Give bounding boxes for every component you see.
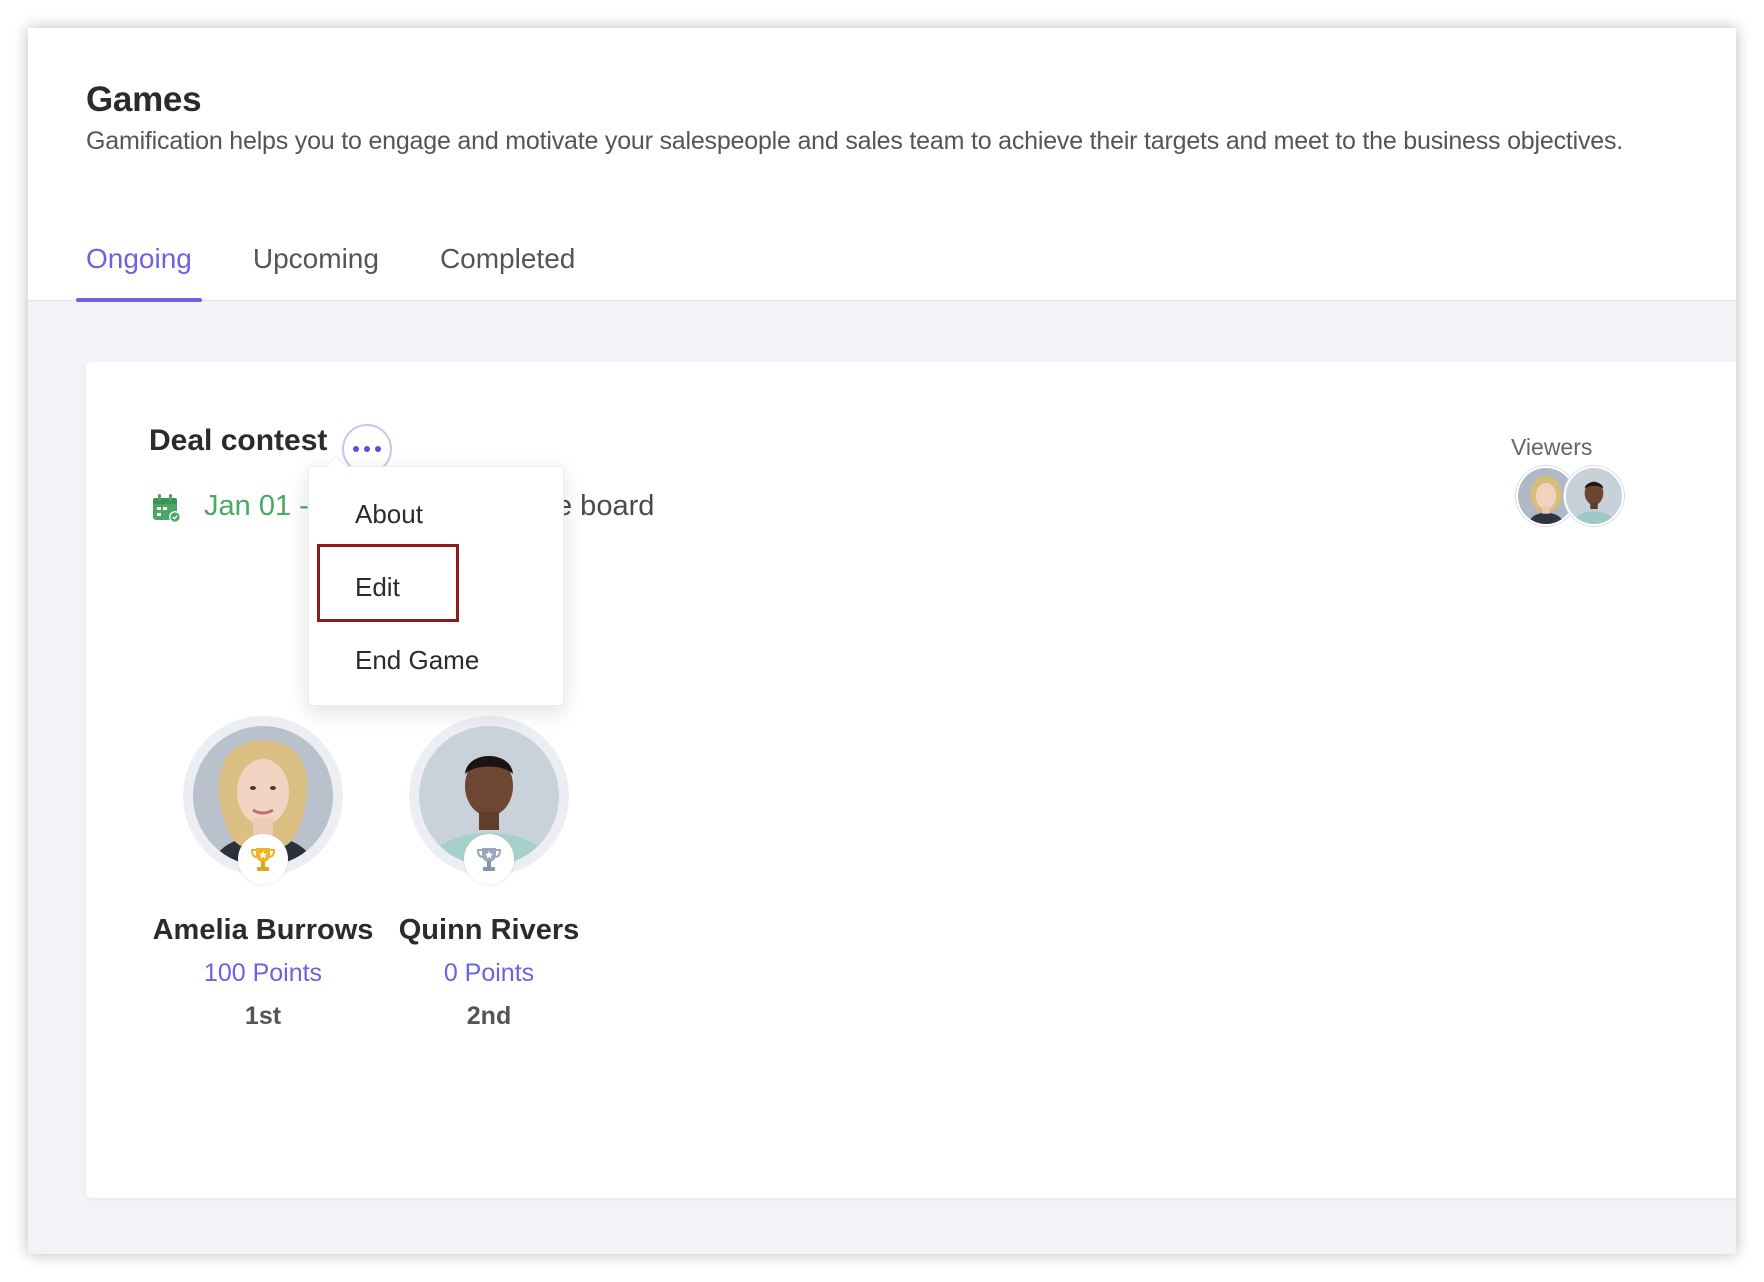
gold-trophy-icon (250, 848, 276, 871)
page-subtitle: Gamification helps you to engage and mot… (86, 127, 1624, 155)
male-avatar-icon (1566, 468, 1622, 524)
leaderboard-link[interactable]: e board (556, 490, 654, 523)
page-title: Games (86, 80, 202, 119)
silver-trophy-icon (476, 848, 502, 871)
menu-item-about[interactable]: About (355, 499, 423, 530)
dot-icon (353, 446, 359, 452)
viewer-avatar[interactable] (1564, 466, 1624, 526)
avatar-ring (183, 716, 343, 884)
trophy-badge (238, 834, 288, 884)
trophy-badge (464, 834, 514, 884)
viewers-label: Viewers (1511, 434, 1593, 460)
player-points: 0 Points (443, 959, 535, 987)
game-title: Deal contest (149, 424, 328, 457)
tab-bar: Ongoing Upcoming Completed (76, 238, 626, 302)
page-header: Games Gamification helps you to engage a… (28, 28, 1736, 302)
leaderboard-entry[interactable]: Amelia Burrows 100 Points 1st (133, 716, 393, 1031)
edit-highlight-box (317, 544, 459, 622)
player-rank: 2nd (466, 1002, 512, 1030)
dot-icon (364, 446, 370, 452)
calendar-icon (153, 494, 181, 523)
tab-completed[interactable]: Completed (430, 238, 585, 301)
dot-icon (375, 446, 381, 452)
leaderboard-entry[interactable]: Quinn Rivers 0 Points 2nd (359, 716, 619, 1031)
app-window: Games Gamification helps you to engage a… (28, 28, 1736, 1254)
player-name: Amelia Burrows (152, 914, 374, 946)
player-points: 100 Points (203, 959, 323, 987)
menu-item-end-game[interactable]: End Game (355, 645, 479, 676)
avatar-ring (409, 716, 569, 884)
player-name: Quinn Rivers (398, 914, 580, 946)
tab-ongoing[interactable]: Ongoing (76, 238, 202, 302)
player-rank: 1st (244, 1002, 282, 1030)
tab-upcoming[interactable]: Upcoming (243, 238, 389, 301)
